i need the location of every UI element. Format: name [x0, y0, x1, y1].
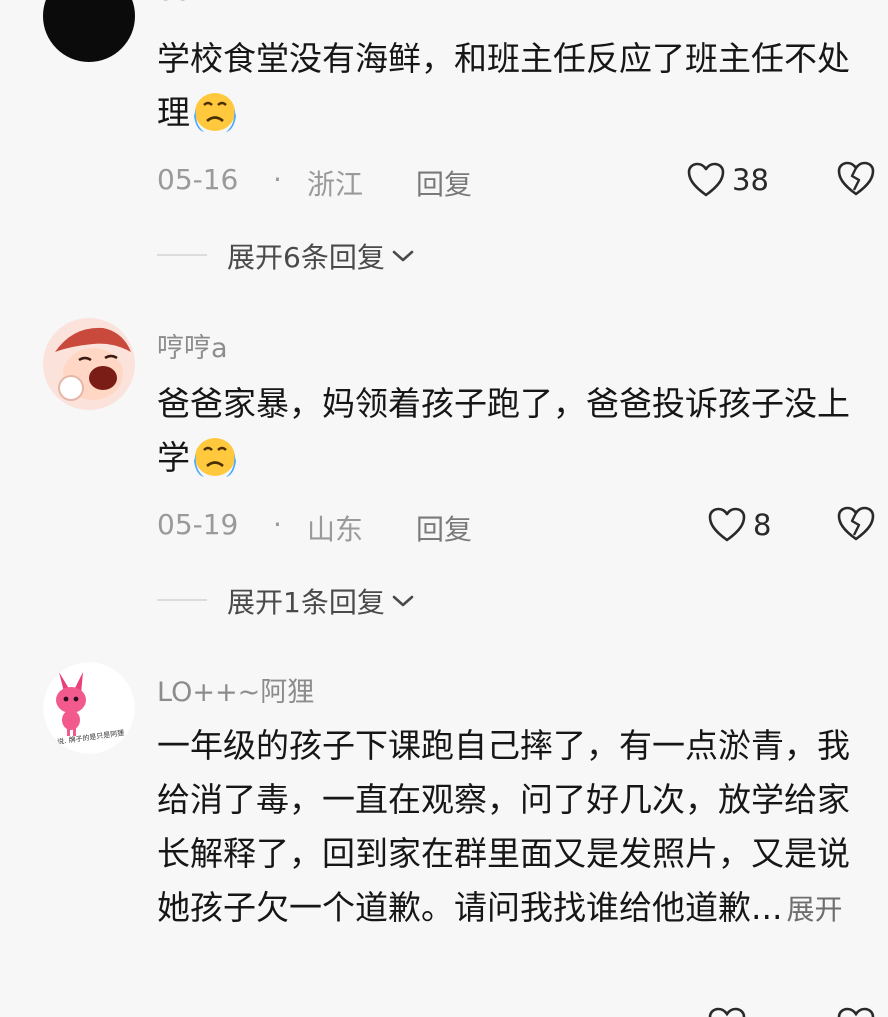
chevron-down-icon — [392, 250, 414, 262]
like-count: 8 — [753, 508, 772, 542]
broken-heart-icon — [837, 161, 875, 196]
like-button[interactable]: 38 — [686, 158, 769, 202]
comment-body: 学校食堂没有海鲜，和班主任反应了班主任不处理 — [157, 39, 850, 132]
broken-heart-icon — [837, 1007, 875, 1017]
expand-replies-button[interactable]: 展开1条回复 — [227, 581, 415, 621]
comment-text: 爸爸家暴，妈领着孩子跑了，爸爸投诉孩子没上学 — [157, 377, 867, 485]
chevron-down-icon — [392, 595, 414, 607]
divider — [157, 599, 207, 601]
comment-body: 爸爸家暴，妈领着孩子跑了，爸爸投诉孩子没上学 — [157, 384, 850, 477]
comment-username[interactable]: 00 — [157, 0, 191, 7]
divider — [157, 254, 207, 256]
reply-button[interactable]: 回复 — [416, 508, 472, 548]
avatar[interactable]: 说. 牌子的是只是阿狸 — [43, 662, 135, 754]
reply-button[interactable]: 回复 — [416, 163, 472, 203]
dislike-button[interactable] — [835, 1006, 877, 1017]
dislike-button[interactable] — [835, 160, 877, 200]
comment-text: 学校食堂没有海鲜，和班主任反应了班主任不处理 — [157, 32, 867, 140]
meta-separator: · — [273, 508, 282, 541]
meta-separator: · — [273, 163, 282, 196]
avatar[interactable] — [43, 318, 135, 410]
comment-username[interactable]: LO++~阿狸 — [157, 670, 314, 709]
comment-location: 山东 — [307, 513, 364, 546]
comment-location: 浙江 — [307, 168, 364, 201]
heart-outline-icon — [708, 1007, 746, 1017]
comment-text: 一年级的孩子下课跑自己摔了，有一点淤青，我给消了毒，一直在观察，问了好几次，放学… — [157, 719, 867, 937]
expand-replies-button[interactable]: 展开6条回复 — [227, 236, 415, 276]
heart-outline-icon — [687, 162, 725, 197]
expand-replies-label: 展开6条回复 — [227, 241, 385, 274]
like-count: 38 — [732, 163, 769, 197]
avatar[interactable] — [43, 0, 135, 62]
comment-date: 05-19 — [157, 508, 239, 541]
dislike-button[interactable] — [835, 505, 877, 545]
like-button[interactable]: 8 — [707, 503, 771, 547]
expand-replies-label: 展开1条回复 — [227, 586, 385, 619]
broken-heart-icon — [837, 506, 875, 541]
comment-date: 05-16 — [157, 163, 239, 196]
expand-more-link[interactable]: 展开 — [786, 893, 842, 926]
crying-face-icon — [194, 438, 236, 477]
cartoon-avatar-icon — [43, 318, 135, 410]
like-button[interactable] — [707, 1006, 747, 1017]
heart-outline-icon — [708, 507, 746, 542]
comment-username[interactable]: 哼哼a — [157, 326, 228, 365]
crying-face-icon — [194, 93, 236, 132]
comment-body: 一年级的孩子下课跑自己摔了，有一点淤青，我给消了毒，一直在观察，问了好几次，放学… — [157, 726, 850, 927]
